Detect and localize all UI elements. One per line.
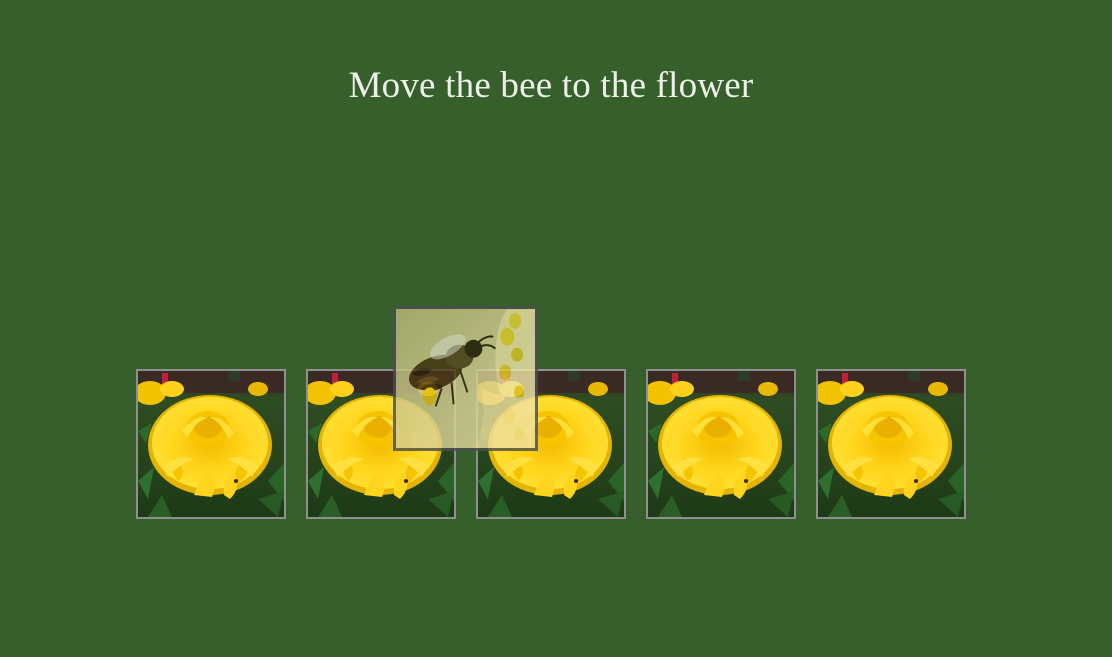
flower-tile-5[interactable] [816, 369, 966, 519]
bee-on-flower-image [396, 309, 535, 448]
flower-tile-1[interactable] [136, 369, 286, 519]
draggable-bee-tile[interactable] [393, 306, 538, 451]
marigold-flower-image [818, 371, 964, 517]
marigold-flower-image [138, 371, 284, 517]
marigold-flower-image [648, 371, 794, 517]
flower-tile-4[interactable] [646, 369, 796, 519]
page-title: Move the bee to the flower [348, 65, 754, 106]
